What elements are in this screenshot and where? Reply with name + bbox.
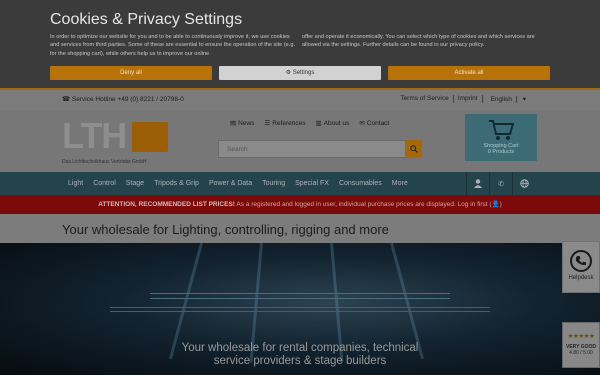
- category-icons: ✆: [466, 172, 535, 195]
- title-strip: Your wholesale for Lighting, controlling…: [0, 214, 600, 243]
- nav-news[interactable]: ▤ News: [230, 119, 255, 128]
- list-icon: ☰: [264, 120, 271, 127]
- logo-subtitle: Das Lichttechnikhaus Vertriebs GmbH: [62, 159, 147, 165]
- hotline-text: Service Hotline +49 (0) 8221 / 20798-0: [71, 96, 184, 103]
- cookie-text-right: offer and operate it economically. You c…: [302, 34, 535, 49]
- category-stage[interactable]: Stage: [126, 180, 144, 187]
- language-label: English: [486, 96, 517, 103]
- category-list: Light Control Stage Tripods & Grip Power…: [68, 180, 408, 187]
- category-touring[interactable]: Touring: [262, 180, 285, 187]
- hero-banner: Your wholesale for rental companies, tec…: [0, 243, 600, 375]
- user-icon: [474, 179, 482, 188]
- account-button[interactable]: [466, 172, 489, 195]
- envelope-icon: ✉: [359, 120, 365, 127]
- cookie-text-left: In order to optimize our website for you…: [50, 34, 296, 57]
- category-tripods-grip[interactable]: Tripods & Grip: [154, 180, 199, 187]
- category-control[interactable]: Control: [93, 180, 116, 187]
- hero-headline-line2: service providers & stage builders: [213, 355, 387, 367]
- phone-icon: ✆: [498, 180, 504, 188]
- nav-contact[interactable]: ✉ Contact: [359, 119, 390, 128]
- top-links: Terms of Service Imprint English ▾: [396, 95, 534, 103]
- cookie-banner: Cookies & Privacy Settings In order to o…: [0, 0, 600, 88]
- globe-button[interactable]: [512, 172, 535, 195]
- newspaper-icon: ▤: [230, 120, 237, 127]
- logo-letters: LTH: [62, 115, 127, 156]
- nav-news-label: News: [238, 119, 255, 127]
- attention-bold: ATTENTION, RECOMMENDED LIST PRICES!: [98, 201, 235, 208]
- top-bar: ☎ Service Hotline +49 (0) 8221 / 20798-0…: [0, 88, 600, 110]
- search-icon: [409, 145, 418, 153]
- gear-icon: ⚙: [285, 70, 292, 76]
- rating-score: 4.80 / 5.00: [569, 350, 593, 356]
- search-button[interactable]: [405, 140, 422, 158]
- hero-headline-line1: Your wholesale for rental companies, tec…: [181, 342, 419, 354]
- terms-link[interactable]: Terms of Service: [396, 95, 454, 103]
- category-light[interactable]: Light: [68, 180, 83, 187]
- nav-about-label: About us: [323, 119, 350, 127]
- cart-count: 0 Products: [487, 149, 515, 155]
- helpdesk-label: Helpdesk: [568, 275, 594, 281]
- activate-all-button[interactable]: Activate all: [388, 66, 550, 80]
- service-hotline[interactable]: ☎ Service Hotline +49 (0) 8221 / 20798-0: [62, 95, 184, 103]
- attention-text: As a registered and logged in user, indi…: [236, 201, 492, 208]
- stage-truss: [150, 293, 450, 299]
- phone-icon: [570, 250, 592, 272]
- cart-icon: [489, 120, 514, 140]
- building-icon: ▥: [315, 120, 322, 127]
- phone-icon: ☎: [62, 96, 71, 103]
- cookie-settings-label: Settings: [292, 70, 315, 76]
- category-power-data[interactable]: Power & Data: [209, 180, 252, 187]
- imprint-link[interactable]: Imprint: [454, 95, 483, 103]
- language-select[interactable]: English ▾: [483, 95, 534, 103]
- cookie-title: Cookies & Privacy Settings: [50, 11, 243, 28]
- cookie-settings-button[interactable]: ⚙ Settings: [219, 66, 381, 80]
- phone-button[interactable]: ✆: [489, 172, 512, 195]
- category-special-fx[interactable]: Special FX: [295, 180, 329, 187]
- search-input[interactable]: Search: [218, 140, 406, 158]
- logo-mark: [132, 122, 168, 152]
- category-consumables[interactable]: Consumables: [339, 180, 382, 187]
- attention-bar: ATTENTION, RECOMMENDED LIST PRICES! As a…: [0, 195, 600, 214]
- globe-icon: [519, 179, 529, 188]
- shopping-cart-button[interactable]: Shopping Cart 0 Products: [465, 114, 537, 161]
- nav-contact-label: Contact: [366, 119, 390, 127]
- nav-about[interactable]: ▥ About us: [315, 119, 350, 128]
- deny-all-button[interactable]: Deny all: [50, 66, 212, 80]
- logo[interactable]: LTH Das Lichttechnikhaus Vertriebs GmbH: [62, 117, 170, 165]
- nav-references-label: References: [272, 119, 306, 127]
- stage-truss: [110, 307, 490, 312]
- category-bar: Light Control Stage Tripods & Grip Power…: [0, 172, 600, 195]
- category-more[interactable]: More: [392, 180, 408, 187]
- user-login-icon[interactable]: 👤: [492, 201, 500, 208]
- nav-references[interactable]: ☰ References: [264, 119, 306, 128]
- helpdesk-button[interactable]: Helpdesk: [562, 241, 600, 293]
- main-nav: ▤ News ☰ References ▥ About us ✉ Contact: [230, 119, 390, 128]
- chevron-down-icon: ▾: [522, 96, 526, 103]
- page-title: Your wholesale for Lighting, controlling…: [62, 222, 389, 237]
- stars-icon: ★★★★★: [567, 333, 595, 340]
- rating-badge[interactable]: ★★★★★ VERY GOOD 4.80 / 5.00: [562, 322, 600, 368]
